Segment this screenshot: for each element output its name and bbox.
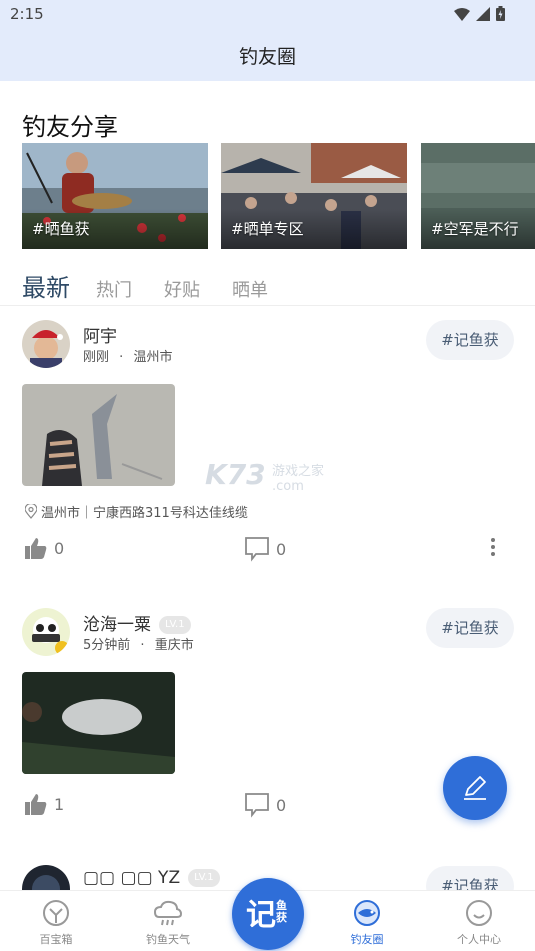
nav-profile[interactable]: 个人中心 bbox=[439, 899, 519, 947]
nav-fishing-weather[interactable]: 钓鱼天气 bbox=[128, 899, 208, 947]
battery-icon bbox=[496, 6, 505, 21]
level-badge: LV.1 bbox=[159, 616, 191, 634]
meta-separator: · bbox=[119, 350, 124, 365]
tab-latest[interactable]: 最新 bbox=[22, 268, 70, 303]
post-username-row: ▢▢ ▢▢ YZ LV.1 bbox=[83, 868, 220, 888]
thumbs-up-icon bbox=[25, 794, 47, 815]
nav-toolbox[interactable]: 百宝箱 bbox=[16, 899, 96, 947]
fish-circle-icon bbox=[354, 900, 380, 926]
post-username[interactable]: 沧海一粟 bbox=[83, 615, 151, 635]
location-pin-icon bbox=[25, 504, 37, 519]
like-button[interactable]: 0 bbox=[24, 536, 64, 560]
location-text: 温州市｜宁康西路311号科达佳线缆 bbox=[41, 506, 248, 521]
thumbs-up-icon bbox=[25, 538, 47, 559]
tab-hot[interactable]: 热门 bbox=[96, 276, 132, 302]
post-meta: 5分钟前 · 重庆市 bbox=[83, 634, 194, 653]
top-bar: 2:15 钓友圈 bbox=[0, 0, 535, 81]
post-username[interactable]: 阿宇 bbox=[83, 322, 117, 347]
record-catch-button[interactable]: 记 鱼获 bbox=[232, 878, 304, 950]
share-card-empty-catch[interactable]: #空军是不行 bbox=[421, 143, 535, 249]
share-card-caption: #晒鱼获 bbox=[32, 220, 90, 238]
post-tag[interactable]: #记鱼获 bbox=[426, 866, 514, 890]
tab-good-posts[interactable]: 好贴 bbox=[164, 276, 200, 302]
divider bbox=[0, 305, 535, 306]
share-card-catch[interactable]: #晒鱼获 bbox=[22, 143, 208, 249]
wifi-icon bbox=[454, 7, 470, 21]
post-meta: 刚刚 · 温州市 bbox=[83, 346, 172, 365]
feed-tabs: 最新 热门 好贴 晒单 bbox=[22, 268, 300, 303]
comment-icon bbox=[245, 537, 269, 562]
post-username-row: 沧海一粟 LV.1 bbox=[83, 610, 191, 635]
meta-separator: · bbox=[140, 638, 145, 653]
watermark-text: 游戏之家 .com bbox=[272, 460, 324, 494]
post-time: 5分钟前 bbox=[83, 638, 131, 653]
like-button[interactable]: 1 bbox=[24, 792, 64, 816]
post-tag[interactable]: #记鱼获 bbox=[426, 320, 514, 360]
post-tag[interactable]: #记鱼获 bbox=[426, 608, 514, 648]
share-card-market[interactable]: #晒单专区 bbox=[221, 143, 407, 249]
comment-count: 0 bbox=[276, 795, 287, 815]
nav-label: 钓友圈 bbox=[350, 933, 384, 946]
post-location[interactable]: 温州市｜宁康西路311号科达佳线缆 bbox=[25, 502, 248, 521]
post-photo[interactable] bbox=[22, 672, 175, 774]
post-city: 温州市 bbox=[133, 350, 173, 365]
avatar[interactable] bbox=[22, 865, 70, 890]
share-card-caption: #空军是不行 bbox=[431, 220, 519, 238]
post-time: 刚刚 bbox=[83, 350, 110, 365]
watermark-domain: .com bbox=[272, 479, 304, 494]
comment-icon bbox=[245, 793, 269, 818]
tab-show-orders[interactable]: 晒单 bbox=[232, 276, 268, 302]
nav-label: 百宝箱 bbox=[39, 933, 73, 946]
avatar[interactable] bbox=[22, 320, 70, 368]
page-title: 钓友圈 bbox=[238, 46, 296, 68]
post-city: 重庆市 bbox=[154, 638, 194, 653]
toolbox-icon bbox=[43, 900, 69, 926]
profile-icon bbox=[466, 900, 492, 926]
status-time: 2:15 bbox=[10, 5, 44, 23]
record-catch-label: 记 bbox=[246, 898, 276, 933]
watermark-logo: K73 bbox=[205, 458, 266, 491]
share-card-caption: #晒单专区 bbox=[231, 220, 304, 238]
level-badge: LV.1 bbox=[188, 869, 220, 887]
like-count: 0 bbox=[54, 538, 65, 558]
watermark-sub: 游戏之家 bbox=[272, 464, 325, 479]
compose-post-button[interactable] bbox=[443, 756, 507, 820]
status-icons bbox=[454, 6, 505, 21]
comment-count: 0 bbox=[276, 539, 287, 559]
more-options-icon[interactable] bbox=[491, 538, 495, 560]
signal-icon bbox=[476, 6, 490, 21]
post-username[interactable]: ▢▢ ▢▢ YZ bbox=[83, 868, 180, 888]
comment-button[interactable]: 0 bbox=[244, 792, 286, 818]
comment-button[interactable]: 0 bbox=[244, 536, 286, 562]
post-photo[interactable] bbox=[22, 384, 175, 486]
avatar[interactable] bbox=[22, 608, 70, 656]
share-carousel[interactable]: #晒鱼获 #晒单专区 #空军是不行 bbox=[22, 143, 535, 249]
share-section-title: 钓友分享 bbox=[22, 113, 118, 141]
nav-fishing-circle[interactable]: 钓友圈 bbox=[327, 899, 407, 947]
edit-icon bbox=[464, 776, 486, 800]
weather-icon bbox=[153, 900, 183, 926]
like-count: 1 bbox=[54, 794, 65, 814]
nav-label: 个人中心 bbox=[457, 933, 501, 946]
record-catch-sublabel: 鱼获 bbox=[276, 899, 287, 924]
nav-label: 钓鱼天气 bbox=[146, 933, 190, 946]
